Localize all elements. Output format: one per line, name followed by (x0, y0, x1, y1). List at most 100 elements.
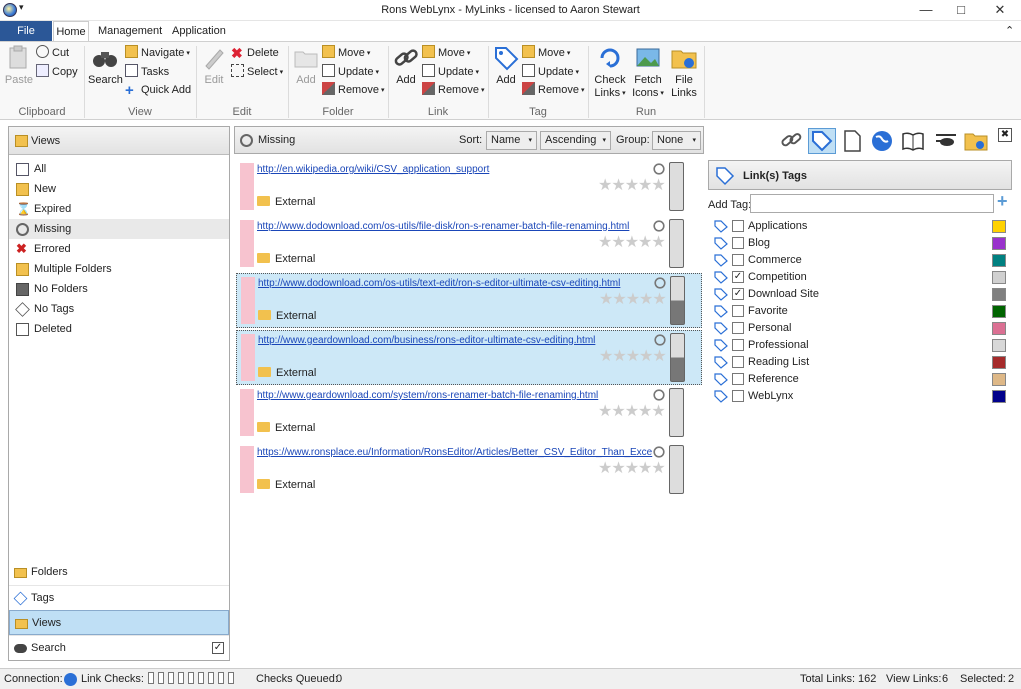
view-item-all[interactable]: All (9, 159, 229, 179)
tag-color-swatch[interactable] (992, 339, 1006, 352)
tag-checkbox[interactable] (732, 390, 744, 402)
helicopter-icon[interactable] (934, 129, 958, 153)
link-thumbnail[interactable] (670, 332, 685, 382)
tag-checkbox[interactable] (732, 373, 744, 385)
navigate-button[interactable]: Navigate ▾ (125, 45, 190, 62)
link-thumbnail[interactable] (669, 388, 684, 437)
book-icon[interactable] (900, 129, 926, 153)
folder-links-icon[interactable] (964, 129, 988, 153)
rating-stars[interactable]: ★★★★★ (598, 232, 666, 252)
select-button[interactable]: Select ▾ (231, 64, 283, 81)
link-row[interactable]: http://www.dodownload.com/os-utils/text-… (236, 273, 702, 328)
link-thumbnail[interactable] (669, 162, 684, 211)
tag-color-swatch[interactable] (992, 271, 1006, 284)
group-dropdown[interactable]: None ▾ (652, 131, 701, 150)
page-icon[interactable] (840, 129, 864, 153)
folder-remove-button[interactable]: Remove ▾ (322, 82, 384, 99)
sort-field-dropdown[interactable]: Name ▾ (486, 131, 537, 150)
check-links-button[interactable]: Check Links ▾ (592, 44, 628, 100)
search-checkbox[interactable]: ✓ (212, 642, 224, 654)
close-panel-button[interactable]: ✖ (998, 128, 1012, 142)
rating-stars[interactable]: ★★★★★ (598, 458, 666, 478)
view-item-deleted[interactable]: Deleted (9, 319, 229, 339)
tag-checkbox[interactable] (732, 220, 744, 232)
tag-checkbox[interactable] (732, 322, 744, 334)
nav-search[interactable]: Search ✓ (9, 635, 229, 660)
tab-file[interactable]: File (0, 21, 52, 41)
view-item-missing[interactable]: Missing (9, 219, 229, 239)
rating-stars[interactable]: ★★★★★ (599, 346, 667, 366)
delete-button[interactable]: ✖ Delete (231, 45, 279, 62)
tag-checkbox[interactable]: ✓ (732, 288, 744, 300)
tag-checkbox[interactable]: ✓ (732, 271, 744, 283)
tag-add-button[interactable]: Add (492, 44, 520, 87)
quick-add-button[interactable]: + Quick Add (125, 82, 191, 99)
tag-color-swatch[interactable] (992, 373, 1006, 386)
tag-row[interactable]: ✓ Competition (708, 269, 1012, 286)
folder-move-button[interactable]: Move ▾ (322, 45, 370, 62)
link-url[interactable]: http://www.dodownload.com/os-utils/file-… (257, 221, 653, 232)
tag-color-swatch[interactable] (992, 254, 1006, 267)
file-links-button[interactable]: File Links (668, 44, 700, 100)
tag-row[interactable]: Applications (708, 218, 1012, 235)
tag-checkbox[interactable] (732, 339, 744, 351)
view-item-new[interactable]: New (9, 179, 229, 199)
fetch-icons-button[interactable]: Fetch Icons ▾ (630, 44, 666, 100)
link-url[interactable]: http://www.geardownload.com/system/rons-… (257, 390, 653, 401)
add-tag-button[interactable]: + (997, 192, 1008, 210)
tag-checkbox[interactable] (732, 237, 744, 249)
tab-home[interactable]: Home (53, 21, 89, 41)
add-tag-input[interactable] (750, 194, 994, 213)
view-item-errored[interactable]: ✖ Errored (9, 239, 229, 259)
tag-checkbox[interactable] (732, 305, 744, 317)
tag-checkbox[interactable] (732, 356, 744, 368)
tag-color-swatch[interactable] (992, 220, 1006, 233)
link-update-button[interactable]: Update ▾ (422, 64, 479, 81)
tag-color-swatch[interactable] (992, 288, 1006, 301)
link-url[interactable]: http://www.dodownload.com/os-utils/text-… (258, 278, 654, 289)
rating-stars[interactable]: ★★★★★ (598, 175, 666, 195)
tag-color-swatch[interactable] (992, 237, 1006, 250)
tag-color-swatch[interactable] (992, 305, 1006, 318)
tag-update-button[interactable]: Update ▾ (522, 64, 579, 81)
link-thumbnail[interactable] (669, 444, 684, 494)
folder-add-button[interactable]: Add (292, 44, 320, 87)
link-url[interactable]: http://www.geardownload.com/business/ron… (258, 335, 654, 346)
nav-tags[interactable]: Tags (9, 585, 229, 610)
tag-remove-button[interactable]: Remove ▾ (522, 82, 584, 99)
link-thumbnail[interactable] (669, 218, 684, 268)
cut-button[interactable]: Cut (36, 45, 69, 62)
tag-color-swatch[interactable] (992, 356, 1006, 369)
tab-management[interactable]: Management (92, 21, 168, 41)
view-item-no-tags[interactable]: No Tags (9, 299, 229, 319)
collapse-ribbon-icon[interactable]: ⌃ (1005, 24, 1014, 37)
tag-row[interactable]: Blog (708, 235, 1012, 252)
tag-color-swatch[interactable] (992, 322, 1006, 335)
link-row[interactable]: http://www.geardownload.com/business/ron… (236, 329, 702, 385)
maximize-button[interactable]: □ (944, 0, 978, 21)
tag-color-swatch[interactable] (992, 390, 1006, 403)
tag-row[interactable]: Reading List (708, 354, 1012, 371)
link-row[interactable]: https://www.ronsplace.eu/Information/Ron… (236, 443, 702, 498)
tag-row[interactable]: Reference (708, 371, 1012, 388)
tag-row[interactable]: Favorite (708, 303, 1012, 320)
search-button[interactable]: Search (88, 44, 123, 87)
link-row[interactable]: http://en.wikipedia.org/wiki/CSV_applica… (236, 160, 702, 215)
view-item-expired[interactable]: ⌛ Expired (9, 199, 229, 219)
close-button[interactable]: ✕ (983, 0, 1017, 21)
rating-stars[interactable]: ★★★★★ (599, 289, 667, 309)
view-item-multiple-folders[interactable]: Multiple Folders (9, 259, 229, 279)
nav-folders[interactable]: Folders (9, 560, 229, 585)
globe-icon[interactable] (870, 129, 894, 153)
tasks-button[interactable]: Tasks (125, 64, 169, 81)
copy-button[interactable]: Copy (36, 64, 78, 81)
link-row[interactable]: http://www.dodownload.com/os-utils/file-… (236, 217, 702, 272)
folder-update-button[interactable]: Update ▾ (322, 64, 379, 81)
link-thumbnail[interactable] (670, 276, 685, 325)
tag-row[interactable]: Personal (708, 320, 1012, 337)
tag-row[interactable]: Commerce (708, 252, 1012, 269)
tag-row[interactable]: ✓ Download Site (708, 286, 1012, 303)
rating-stars[interactable]: ★★★★★ (598, 401, 666, 421)
tag-checkbox[interactable] (732, 254, 744, 266)
tag-row[interactable]: Professional (708, 337, 1012, 354)
